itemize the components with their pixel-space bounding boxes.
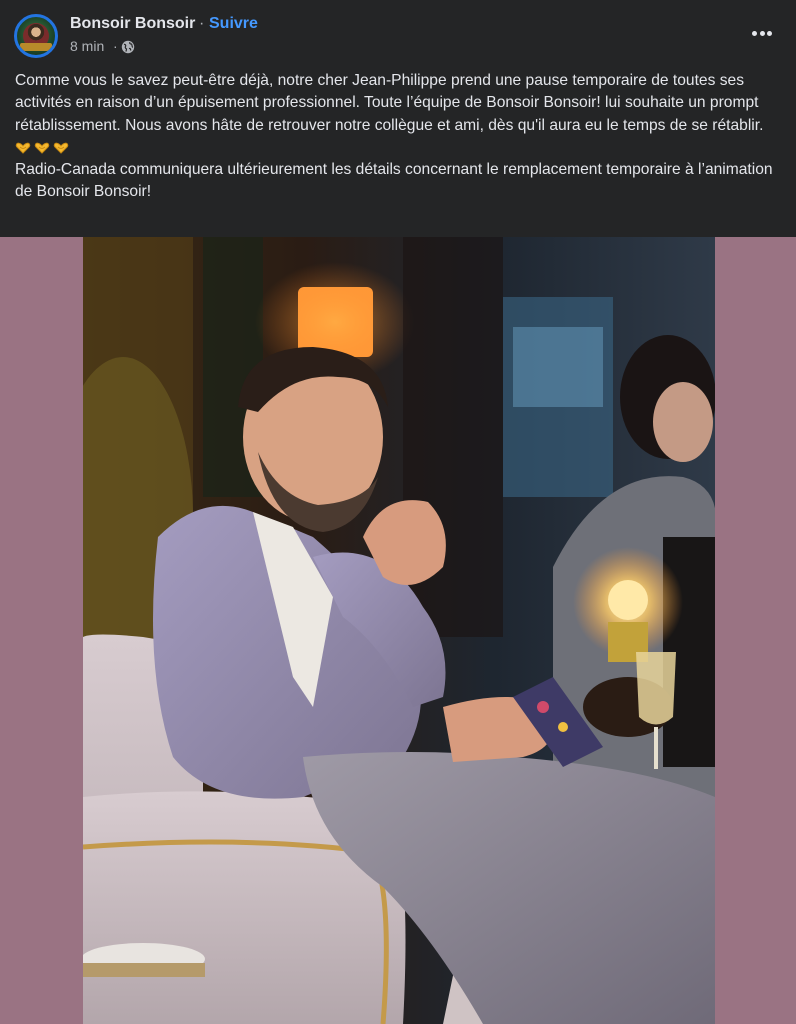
- heart-hands-icon: [53, 142, 69, 154]
- follow-button[interactable]: Suivre: [209, 15, 258, 33]
- more-options-icon[interactable]: [746, 22, 778, 46]
- avatar-logo-band: [20, 43, 52, 51]
- post-paragraph-2: Radio-Canada communiquera ultérieurement…: [15, 160, 773, 201]
- page-name-link[interactable]: Bonsoir Bonsoir: [70, 15, 195, 33]
- post-timestamp[interactable]: 8 min: [70, 38, 104, 54]
- page-avatar[interactable]: [14, 14, 58, 58]
- post-paragraph-1: Comme vous le savez peut-être déjà, notr…: [15, 72, 764, 134]
- separator-dot: ·: [199, 15, 205, 32]
- timestamp-separator: ·: [113, 38, 118, 54]
- photo-illustration: [83, 237, 715, 1024]
- post-header: Bonsoir Bonsoir · Suivre 8 min ·: [0, 0, 796, 64]
- heart-hands-icon: [15, 142, 31, 154]
- heart-hands-icon: [34, 142, 50, 154]
- post-body: Comme vous le savez peut-être déjà, notr…: [15, 70, 785, 203]
- emoji-row: [15, 137, 785, 159]
- photo-container[interactable]: [0, 237, 796, 1024]
- globe-icon[interactable]: [121, 40, 135, 54]
- post-photo[interactable]: [83, 237, 715, 1024]
